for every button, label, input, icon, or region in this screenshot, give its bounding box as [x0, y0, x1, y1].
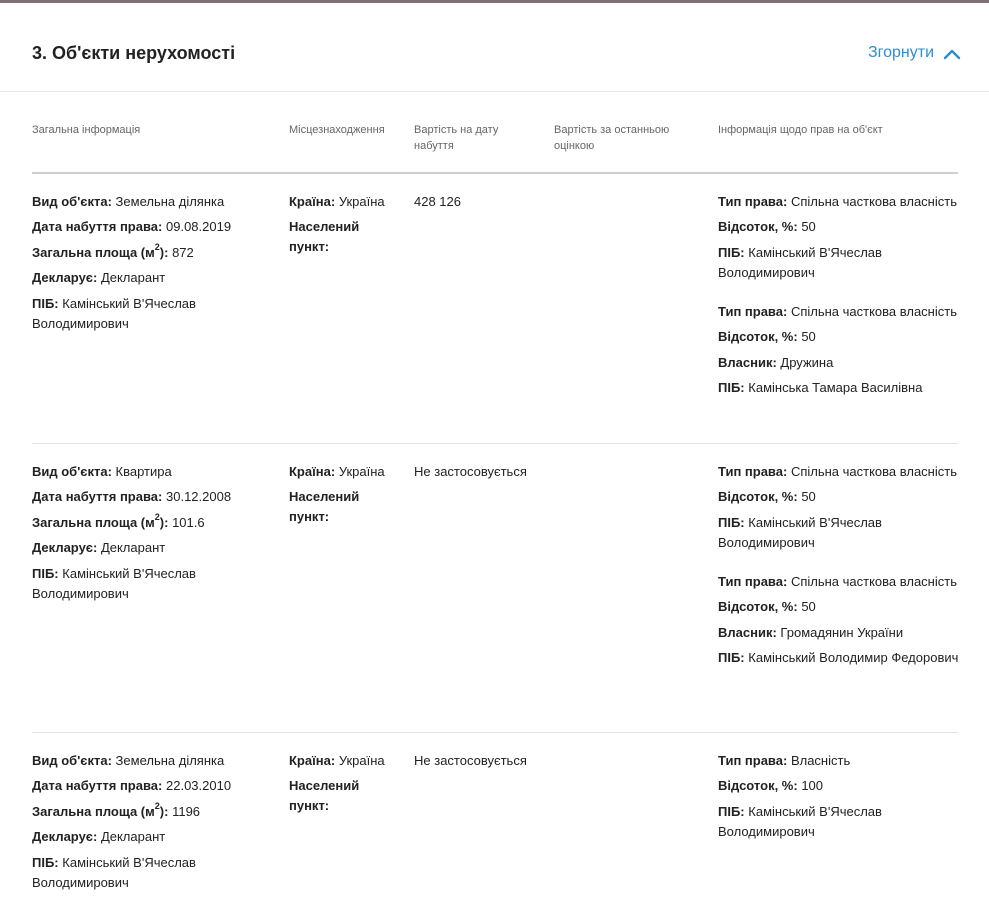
column-header-value-acquisition: Вартість на дату набуття: [414, 124, 499, 152]
chevron-up-icon: [943, 47, 961, 60]
object-type-field: Вид об'єкта: Земельна ділянка: [32, 194, 225, 209]
pib-field: ПІБ: Камінський В'Ячеслав Володимирович: [32, 295, 196, 331]
rights-cell: Тип права: Спільна часткова власність Ві…: [718, 462, 963, 687]
column-header-general: Загальна інформація: [32, 124, 141, 136]
declares-field: Декларує: Декларант: [32, 829, 166, 845]
area-field: Загальна площа (м2): 872: [32, 241, 194, 260]
right-entry: Тип права: Спільна часткова власність Ві…: [718, 573, 959, 665]
area-field: Загальна площа (м2): 1196: [32, 800, 201, 819]
country-field: Країна: Україна: [289, 194, 385, 209]
rights-cell: Тип права: Спільна часткова власність Ві…: [718, 192, 963, 417]
column-header-rights: Інформація щодо прав на об'єкт: [718, 124, 883, 136]
general-info-cell: Вид об'єкта: Земельна ділянка Дата набут…: [32, 751, 257, 898]
pib-field: ПІБ: Камінський В'Ячеслав Володимирович: [32, 854, 196, 890]
settlement-field: Населений пункт:: [289, 489, 360, 525]
table-header-divider: [32, 172, 958, 174]
value-acquisition-cell: 428 126: [414, 194, 461, 209]
rights-cell: Тип права: Власність Відсоток, %: 100 ПІ…: [718, 751, 963, 861]
value-acquisition-cell: Не застосовується: [414, 753, 527, 768]
general-info-cell: Вид об'єкта: Земельна ділянка Дата набут…: [32, 192, 257, 339]
general-info-cell: Вид об'єкта: Квартира Дата набуття права…: [32, 462, 257, 609]
location-cell: Країна: Україна Населений пункт:: [289, 751, 389, 822]
area-field: Загальна площа (м2): 101.6: [32, 511, 205, 530]
section-header: 3. Об'єкти нерухомості Згорнути: [0, 3, 989, 92]
right-entry: Тип права: Спільна часткова власність Ві…: [718, 464, 957, 550]
acquired-date-field: Дата набуття права: 09.08.2019: [32, 219, 232, 235]
declares-field: Декларує: Декларант: [32, 270, 166, 286]
settlement-field: Населений пункт:: [289, 219, 360, 255]
row-divider: [32, 443, 958, 444]
object-type-field: Вид об'єкта: Земельна ділянка: [32, 753, 225, 768]
declares-field: Декларує: Декларант: [32, 540, 166, 556]
collapse-button[interactable]: Згорнути: [868, 44, 961, 62]
value-acquisition-cell: Не застосовується: [414, 464, 527, 479]
pib-field: ПІБ: Камінський В'Ячеслав Володимирович: [32, 565, 196, 601]
right-entry: Тип права: Спільна часткова власність Ві…: [718, 303, 957, 395]
settlement-field: Населений пункт:: [289, 778, 360, 814]
country-field: Країна: Україна: [289, 464, 385, 479]
location-cell: Країна: Україна Населений пункт:: [289, 192, 389, 263]
column-header-location: Місцезнаходження: [289, 124, 385, 136]
acquired-date-field: Дата набуття права: 30.12.2008: [32, 489, 232, 505]
row-divider: [32, 732, 958, 733]
acquired-date-field: Дата набуття права: 22.03.2010: [32, 778, 232, 794]
object-type-field: Вид об'єкта: Квартира: [32, 464, 172, 479]
collapse-label: Згорнути: [867, 44, 934, 61]
right-entry: Тип права: Спільна часткова власність Ві…: [718, 194, 957, 280]
location-cell: Країна: Україна Населений пункт:: [289, 462, 389, 533]
right-entry: Тип права: Власність Відсоток, %: 100 ПІ…: [718, 753, 882, 839]
column-header-value-assessment: Вартість за останньою оцінкою: [554, 124, 670, 152]
country-field: Країна: Україна: [289, 753, 385, 768]
section-title: 3. Об'єкти нерухомості: [32, 43, 236, 63]
